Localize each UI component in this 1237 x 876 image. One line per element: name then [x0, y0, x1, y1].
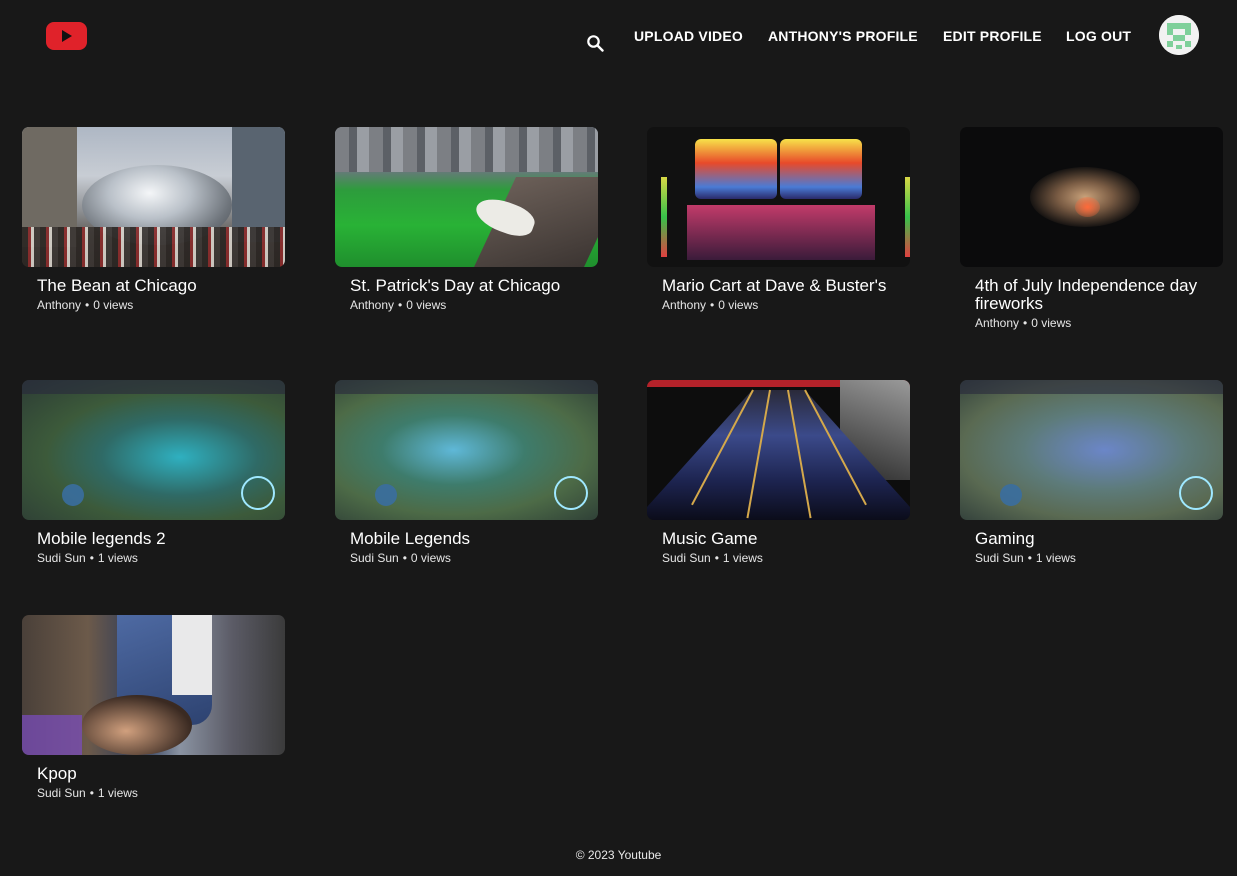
- video-title[interactable]: Mobile Legends: [350, 530, 580, 548]
- video-meta: Anthony • 0 views: [662, 298, 910, 312]
- thumbnail-arcade-screen: [695, 139, 777, 199]
- separator-dot: •: [710, 298, 715, 312]
- thumbnail-game-skill-button: [554, 476, 588, 510]
- thumbnail-arcade-screen: [780, 139, 862, 199]
- video-title[interactable]: Music Game: [662, 530, 892, 548]
- video-thumbnail[interactable]: [22, 127, 285, 267]
- thumbnail-arcade-cabinet: [775, 205, 875, 260]
- video-thumbnail[interactable]: [960, 380, 1223, 520]
- video-thumbnail[interactable]: [22, 380, 285, 520]
- video-thumbnail[interactable]: [22, 615, 285, 755]
- thumbnail-crowd: [22, 227, 285, 267]
- video-meta: Sudi Sun • 1 views: [37, 551, 285, 565]
- video-author[interactable]: Sudi Sun: [662, 551, 711, 565]
- thumbnail-game-joystick: [62, 484, 84, 506]
- video-views: 0 views: [718, 298, 759, 312]
- thumbnail-building: [232, 127, 285, 242]
- thumbnail-audience-hand: [82, 695, 192, 755]
- thumbnail-firework-spark: [1075, 197, 1100, 217]
- video-author[interactable]: Anthony: [975, 316, 1019, 330]
- video-card[interactable]: Gaming Sudi Sun • 1 views: [960, 380, 1223, 565]
- thumbnail-game-hud-bar: [960, 380, 1223, 394]
- video-card[interactable]: The Bean at Chicago Anthony • 0 views: [22, 127, 285, 312]
- video-views: 1 views: [97, 786, 138, 800]
- video-title[interactable]: Mobile legends 2: [37, 530, 267, 548]
- video-views: 0 views: [93, 298, 134, 312]
- video-card[interactable]: 4th of July Independence day fireworks A…: [960, 127, 1223, 330]
- video-author[interactable]: Sudi Sun: [37, 786, 86, 800]
- video-author[interactable]: Sudi Sun: [975, 551, 1024, 565]
- nav-logout-link[interactable]: LOG OUT: [1066, 28, 1131, 44]
- thumbnail-skyline: [335, 127, 598, 172]
- video-card[interactable]: Mobile legends 2 Sudi Sun • 1 views: [22, 380, 285, 565]
- video-thumbnail[interactable]: [335, 127, 598, 267]
- separator-dot: •: [89, 551, 94, 565]
- video-card[interactable]: St. Patrick's Day at Chicago Anthony • 0 v…: [335, 127, 598, 312]
- thumbnail-performer-shirt: [172, 615, 212, 695]
- separator-dot: •: [714, 551, 719, 565]
- video-views: 1 views: [1035, 551, 1076, 565]
- video-thumbnail[interactable]: [647, 380, 910, 520]
- video-thumbnail[interactable]: [647, 127, 910, 267]
- video-meta: Anthony • 0 views: [37, 298, 285, 312]
- avatar-pattern-icon: [1159, 15, 1199, 55]
- video-title[interactable]: Kpop: [37, 765, 267, 783]
- play-triangle-icon: [62, 30, 72, 42]
- video-views: 1 views: [97, 551, 138, 565]
- video-author[interactable]: Sudi Sun: [37, 551, 86, 565]
- video-card[interactable]: Mario Cart at Dave & Buster's Anthony • 0 …: [647, 127, 910, 312]
- video-meta: Sudi Sun • 1 views: [975, 551, 1223, 565]
- video-author[interactable]: Anthony: [662, 298, 706, 312]
- nav-profile-link[interactable]: ANTHONY'S PROFILE: [768, 28, 918, 44]
- video-views: 0 views: [406, 298, 447, 312]
- video-title[interactable]: Mario Cart at Dave & Buster's: [662, 277, 892, 295]
- video-views: 0 views: [410, 551, 451, 565]
- thumbnail-game-skill-button: [241, 476, 275, 510]
- video-meta: Sudi Sun • 1 views: [37, 786, 285, 800]
- avatar-icon[interactable]: [1159, 15, 1199, 55]
- footer-copyright: © 2023 Youtube: [575, 848, 662, 862]
- video-author[interactable]: Anthony: [37, 298, 81, 312]
- video-title[interactable]: The Bean at Chicago: [37, 277, 267, 295]
- search-icon[interactable]: [586, 34, 604, 52]
- separator-dot: •: [398, 298, 403, 312]
- video-card[interactable]: Mobile Legends Sudi Sun • 0 views: [335, 380, 598, 565]
- nav-upload-video-link[interactable]: UPLOAD VIDEO: [634, 28, 743, 44]
- video-meta: Anthony • 0 views: [975, 316, 1223, 330]
- thumbnail-game-hud-bar: [335, 380, 598, 394]
- video-title[interactable]: St. Patrick's Day at Chicago: [350, 277, 580, 295]
- video-views: 0 views: [1031, 316, 1072, 330]
- video-meta: Sudi Sun • 1 views: [662, 551, 910, 565]
- video-thumbnail[interactable]: [335, 380, 598, 520]
- separator-dot: •: [89, 786, 94, 800]
- video-title[interactable]: 4th of July Independence day fireworks: [975, 277, 1205, 313]
- nav-edit-profile-link[interactable]: EDIT PROFILE: [943, 28, 1042, 44]
- thumbnail-light-strip: [905, 177, 910, 257]
- separator-dot: •: [1023, 316, 1028, 330]
- separator-dot: •: [85, 298, 90, 312]
- thumbnail-light-strip: [661, 177, 667, 257]
- video-card[interactable]: Music Game Sudi Sun • 1 views: [647, 380, 910, 565]
- video-card[interactable]: Kpop Sudi Sun • 1 views: [22, 615, 285, 800]
- video-meta: Sudi Sun • 0 views: [350, 551, 598, 565]
- video-title[interactable]: Gaming: [975, 530, 1205, 548]
- thumbnail-arcade-cabinet: [687, 205, 787, 260]
- video-meta: Anthony • 0 views: [350, 298, 598, 312]
- separator-dot: •: [402, 551, 407, 565]
- thumbnail-game-hud-bar: [22, 380, 285, 394]
- thumbnail-game-joystick: [1000, 484, 1022, 506]
- video-views: 1 views: [722, 551, 763, 565]
- video-author[interactable]: Anthony: [350, 298, 394, 312]
- thumbnail-stage-light: [22, 715, 82, 755]
- thumbnail-game-skill-button: [1179, 476, 1213, 510]
- video-thumbnail[interactable]: [960, 127, 1223, 267]
- thumbnail-game-joystick: [375, 484, 397, 506]
- youtube-logo-icon[interactable]: [46, 22, 87, 50]
- top-navigation-bar: UPLOAD VIDEO ANTHONY'S PROFILE EDIT PROF…: [0, 0, 1237, 72]
- video-author[interactable]: Sudi Sun: [350, 551, 399, 565]
- separator-dot: •: [1027, 551, 1032, 565]
